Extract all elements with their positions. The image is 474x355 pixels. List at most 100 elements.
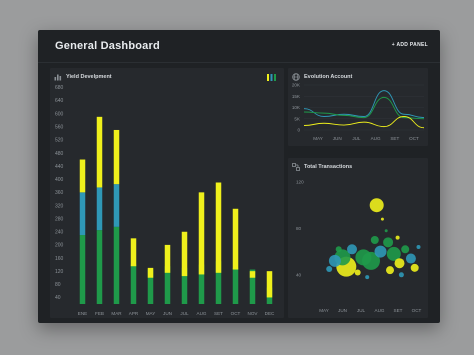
series-line xyxy=(303,96,425,120)
bar-segment xyxy=(249,271,256,278)
y-tick-label: 200 xyxy=(55,243,64,249)
bubble-point xyxy=(386,266,394,275)
y-tick-label: 120 xyxy=(55,269,64,275)
bubble-point xyxy=(384,229,388,233)
bar-segment xyxy=(79,192,86,236)
bubble-point xyxy=(370,236,379,244)
bar-segment xyxy=(198,192,205,275)
x-tick-label: AUG xyxy=(197,311,207,316)
y-tick-label: 400 xyxy=(55,177,64,183)
bar-segment xyxy=(79,235,86,304)
x-tick-label: OCT xyxy=(231,311,241,316)
bubble-point xyxy=(335,246,342,253)
x-tick-label: NOV xyxy=(248,311,259,316)
x-tick-label: JUN xyxy=(163,311,172,316)
y-tick-label: 80 xyxy=(55,282,61,288)
bar-segment xyxy=(181,231,188,277)
bubble-point xyxy=(394,258,405,269)
page-title: General Dashboard xyxy=(55,40,160,52)
transactions-panel: Total Transactions 40 80 120 MAY JUN JUL AUG SE… xyxy=(288,158,428,318)
yield-panel: Yield Develpment 40 80 120 160 200 240 280 320 3… xyxy=(50,68,284,318)
y-tick-label: 20K xyxy=(292,83,301,88)
bubble-point xyxy=(395,235,400,240)
x-tick-label: JUN xyxy=(338,308,347,313)
bar-segment xyxy=(79,159,86,193)
x-tick-label: SET xyxy=(394,308,403,313)
x-tick-label: OCT xyxy=(409,136,419,141)
y-tick-label: 640 xyxy=(55,98,64,104)
bubble-point xyxy=(410,263,419,272)
bar-segment xyxy=(113,226,120,304)
x-tick-label: JUL xyxy=(352,136,361,141)
x-tick-label: MAY xyxy=(313,136,323,141)
bubble-point xyxy=(328,254,341,267)
y-tick-label: 40 xyxy=(296,272,302,277)
bar-segment xyxy=(113,184,120,227)
y-tick-label: 80 xyxy=(296,226,302,231)
bar-segment xyxy=(232,208,239,270)
bar-segment xyxy=(215,182,222,273)
bar-segment xyxy=(113,129,120,185)
x-tick-label: FEB xyxy=(95,311,104,316)
transactions-chart: 40 80 120 MAY JUN JUL AUG SET OCT xyxy=(296,180,422,313)
y-tick-label: 15K xyxy=(292,94,301,99)
top-bar: General Dashboard + ADD PANEL xyxy=(38,30,440,63)
bubble-point xyxy=(369,198,384,213)
y-tick-label: 360 xyxy=(55,190,64,196)
x-tick-label: SET xyxy=(390,136,399,141)
bar-segment xyxy=(96,230,103,304)
x-tick-label: AUG xyxy=(375,308,385,313)
bar-segment xyxy=(130,264,137,304)
bubble-point xyxy=(354,269,361,276)
x-tick-label: OCT xyxy=(412,308,422,313)
y-tick-label: 0 xyxy=(297,128,300,133)
x-tick-label: ENE xyxy=(78,311,87,316)
y-tick-label: 600 xyxy=(55,111,64,117)
y-tick-label: 40 xyxy=(55,295,61,301)
bubble-point xyxy=(398,272,404,278)
bubble-point xyxy=(347,244,357,255)
bar-segment xyxy=(232,267,239,304)
bar-segment xyxy=(96,187,103,231)
y-tick-label: 560 xyxy=(55,124,64,130)
y-tick-label: 320 xyxy=(55,203,64,209)
x-tick-label: APR xyxy=(129,311,139,316)
bar-segment xyxy=(266,271,273,298)
bubble-point xyxy=(365,275,370,280)
add-panel-button[interactable]: + ADD PANEL xyxy=(392,42,428,48)
series-line xyxy=(303,90,425,119)
bubble-point xyxy=(383,237,394,248)
x-tick-label: DEC xyxy=(265,311,275,316)
bar-segment xyxy=(164,244,171,273)
y-tick-label: 5K xyxy=(294,116,301,121)
y-tick-label: 240 xyxy=(55,230,64,236)
x-tick-label: JUL xyxy=(357,308,366,313)
x-tick-label: JUN xyxy=(333,136,342,141)
bubble-point xyxy=(416,244,421,249)
bar-segment xyxy=(96,116,103,188)
y-tick-label: 280 xyxy=(55,216,64,222)
x-tick-label: SET xyxy=(214,311,223,316)
dashboard-window: General Dashboard + ADD PANEL Yield Deve… xyxy=(38,30,440,323)
y-tick-label: 520 xyxy=(55,138,64,144)
bubble-point xyxy=(380,217,384,221)
bubble-point xyxy=(326,266,333,272)
y-tick-label: 120 xyxy=(296,180,304,185)
y-tick-label: 680 xyxy=(55,85,64,91)
x-tick-label: JUL xyxy=(180,311,189,316)
x-tick-label: MAY xyxy=(319,308,329,313)
y-tick-label: 440 xyxy=(55,164,64,170)
y-tick-label: 160 xyxy=(55,256,64,262)
y-tick-label: 10K xyxy=(292,105,301,110)
bubble-point xyxy=(374,245,387,258)
y-tick-label: 480 xyxy=(55,151,64,157)
series-line xyxy=(303,116,425,129)
x-tick-label: MAR xyxy=(111,311,122,316)
evolution-chart: 0 5K 10K 15K 20K MAY JUN JUL AUG SET OCT xyxy=(292,83,425,141)
bubble-point xyxy=(405,253,416,264)
x-tick-label: AUG xyxy=(371,136,381,141)
yield-chart: 40 80 120 160 200 240 280 320 360 400 440 480 520 560… xyxy=(55,85,275,316)
bubble-point xyxy=(401,245,410,254)
evolution-panel: Evolution Account 0 5K 10K 15K 20K MAY JUN JUL A… xyxy=(288,68,428,146)
bar-segment xyxy=(147,267,154,278)
